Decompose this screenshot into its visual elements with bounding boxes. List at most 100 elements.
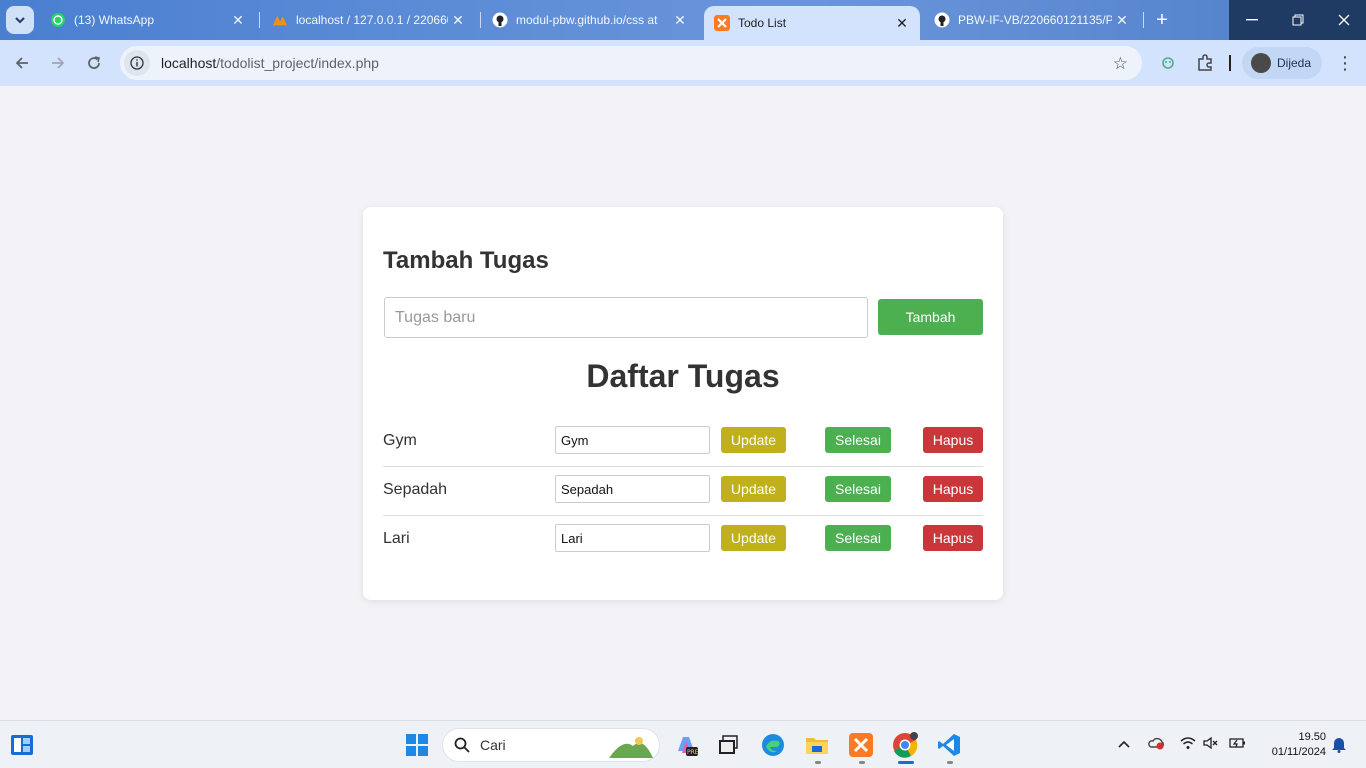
tab-search-button[interactable] [6, 6, 34, 34]
close-icon[interactable]: ✕ [448, 12, 468, 29]
chrome-icon[interactable] [892, 732, 918, 758]
tab-title: modul-pbw.github.io/css at [516, 13, 658, 27]
arrow-left-icon [15, 57, 28, 69]
tab-title: Todo List [738, 16, 787, 30]
tab-strip: (13) WhatsApp ✕ localhost / 127.0.0.1 / … [0, 0, 1366, 40]
task-name: Sepadah [383, 481, 448, 498]
url-text: localhost/todolist_project/index.php [161, 55, 379, 71]
search-icon [454, 737, 470, 753]
update-button[interactable]: Update [721, 427, 786, 453]
add-task-button[interactable]: Tambah [878, 299, 983, 335]
task-row: Lari Lari Update Selesai Hapus [383, 516, 983, 565]
chevron-down-icon [15, 17, 25, 24]
tab-todo-list[interactable]: Todo List ✕ [704, 6, 920, 40]
tab-separator [480, 12, 481, 28]
tab-title: PBW-IF-VB/220660121135/Pr [958, 13, 1112, 27]
close-icon[interactable]: ✕ [228, 12, 248, 29]
update-button[interactable]: Update [721, 525, 786, 551]
task-row: Sepadah Sepadah Update Selesai Hapus [383, 467, 983, 516]
github-icon [934, 12, 950, 28]
task-edit-input[interactable]: Sepadah [555, 475, 710, 503]
start-icon[interactable] [404, 732, 430, 758]
clock-time: 19.50 [1298, 731, 1326, 743]
avatar [1251, 53, 1271, 73]
tab-separator [1143, 12, 1144, 28]
task-view-icon[interactable] [715, 732, 741, 758]
task-edit-input[interactable]: Gym [555, 426, 710, 454]
delete-button[interactable]: Hapus [923, 427, 983, 453]
xampp-icon[interactable] [848, 732, 874, 758]
close-icon[interactable]: ✕ [670, 12, 690, 29]
wifi-icon[interactable] [1180, 736, 1196, 753]
bookmark-star-icon[interactable]: ☆ [1113, 54, 1128, 74]
new-tab-button[interactable]: + [1150, 7, 1174, 33]
profile-name: Dijeda [1277, 56, 1312, 70]
chevron-up-icon[interactable] [1117, 736, 1131, 752]
delete-button[interactable]: Hapus [923, 525, 983, 551]
back-button[interactable] [7, 48, 37, 78]
site-info-icon[interactable] [124, 50, 150, 76]
toolbar-divider [1222, 53, 1238, 73]
close-icon [1338, 14, 1350, 26]
tab-whatsapp[interactable]: (13) WhatsApp ✕ [40, 6, 256, 34]
widgets-icon[interactable] [9, 732, 35, 758]
task-name: Lari [383, 530, 410, 547]
file-explorer-icon[interactable] [804, 732, 830, 758]
close-icon[interactable]: ✕ [1112, 12, 1132, 29]
task-edit-input[interactable]: Lari [555, 524, 710, 552]
task-list-heading: Daftar Tugas [586, 358, 780, 394]
close-icon[interactable]: ✕ [892, 15, 912, 32]
done-button[interactable]: Selesai [825, 427, 891, 453]
github-icon [492, 12, 508, 28]
running-indicator [859, 761, 865, 764]
arrow-right-icon [52, 57, 65, 69]
tab-pbw-repo[interactable]: PBW-IF-VB/220660121135/Pr ✕ [924, 6, 1140, 34]
restore-icon [1292, 14, 1304, 26]
extension-icon[interactable] [1158, 53, 1178, 73]
extensions-puzzle-icon[interactable] [1195, 53, 1215, 73]
active-indicator [898, 761, 914, 764]
done-button[interactable]: Selesai [825, 525, 891, 551]
address-bar[interactable]: localhost/todolist_project/index.php ☆ [120, 46, 1142, 80]
phpmyadmin-icon [272, 12, 288, 28]
update-button[interactable]: Update [721, 476, 786, 502]
notification-bell-icon[interactable] [1331, 735, 1347, 756]
search-highlight-icon [609, 737, 653, 758]
minimize-icon [1246, 19, 1258, 21]
system-clock[interactable]: 19.50 01/11/2024 [1258, 730, 1326, 760]
taskbar-search[interactable]: Cari [442, 728, 660, 762]
svg-text:PRE: PRE [687, 749, 698, 756]
tab-modul-pbw[interactable]: modul-pbw.github.io/css at ✕ [482, 6, 698, 34]
close-window-button[interactable] [1321, 0, 1366, 40]
xampp-icon [714, 15, 730, 31]
todo-card: Tambah Tugas Tugas baru Tambah Daftar Tu… [363, 207, 1003, 600]
reload-icon [88, 56, 100, 69]
clock-date: 01/11/2024 [1271, 746, 1326, 758]
copilot-icon[interactable]: PRE [673, 732, 699, 758]
url-path: /todolist_project/index.php [216, 55, 379, 71]
running-indicator [947, 761, 953, 764]
done-button[interactable]: Selesai [825, 476, 891, 502]
battery-icon[interactable] [1228, 736, 1246, 753]
running-indicator [815, 761, 821, 764]
taskbar: Cari PRE 19.50 01/11/2024 [0, 720, 1366, 768]
task-row: Gym Gym Update Selesai Hapus [383, 418, 983, 467]
tab-phpmyadmin[interactable]: localhost / 127.0.0.1 / 220660 ✕ [262, 6, 476, 34]
onedrive-icon[interactable] [1148, 736, 1166, 753]
search-label: Cari [480, 737, 506, 753]
tab-separator [259, 12, 260, 28]
forward-button[interactable] [43, 48, 73, 78]
more-menu-icon[interactable]: ⋮ [1336, 53, 1354, 73]
restore-button[interactable] [1275, 0, 1321, 40]
browser-toolbar: localhost/todolist_project/index.php ☆ D… [0, 40, 1366, 86]
url-host: localhost [161, 55, 217, 71]
profile-chip[interactable]: Dijeda [1242, 47, 1322, 79]
volume-muted-icon[interactable] [1203, 736, 1219, 753]
edge-icon[interactable] [760, 732, 786, 758]
vscode-icon[interactable] [936, 732, 962, 758]
minimize-button[interactable] [1229, 0, 1275, 40]
new-task-input[interactable]: Tugas baru [384, 297, 868, 338]
reload-button[interactable] [79, 48, 109, 78]
tab-title: (13) WhatsApp [74, 13, 155, 27]
delete-button[interactable]: Hapus [923, 476, 983, 502]
